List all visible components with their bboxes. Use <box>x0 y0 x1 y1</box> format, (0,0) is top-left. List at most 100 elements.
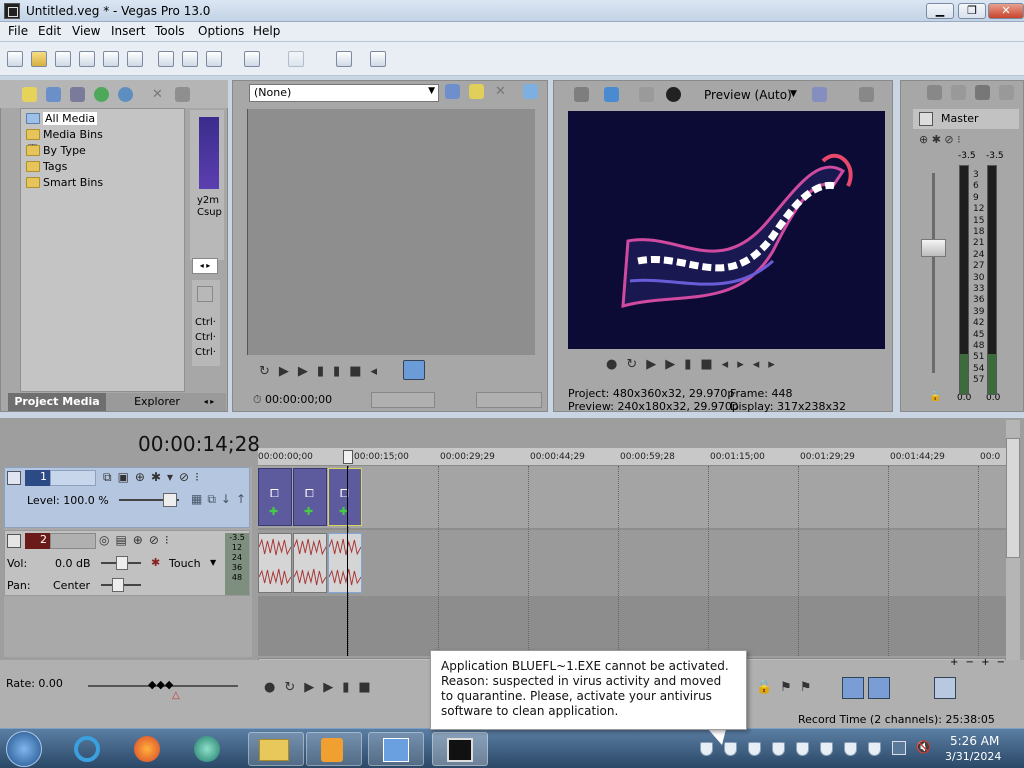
restore-button[interactable]: ❐ <box>958 3 986 19</box>
taskbar-app3[interactable] <box>184 732 240 766</box>
taskbar-media[interactable] <box>306 732 362 766</box>
redo-icon[interactable] <box>288 51 304 67</box>
search-icon[interactable] <box>118 87 133 102</box>
tree-item-all-media[interactable]: All Media <box>26 112 98 125</box>
track-name-field[interactable] <box>50 470 96 486</box>
rate-slider[interactable]: ◆◆◆ <box>148 678 173 691</box>
automation-mode[interactable]: Touch <box>169 557 201 570</box>
compositing-icons[interactable]: ▦⧉↓↑ <box>191 492 249 508</box>
track-name-field[interactable] <box>50 533 96 549</box>
preview-frame[interactable] <box>568 111 885 349</box>
chevron-down-icon[interactable]: ▼ <box>790 89 797 99</box>
tree-item-media-bins[interactable]: Media Bins <box>26 128 103 141</box>
video-clip[interactable]: ⧠ ✚ <box>328 468 362 526</box>
network-icon[interactable] <box>892 741 906 755</box>
audio-clip[interactable] <box>328 533 362 593</box>
taskbar-explorer[interactable] <box>248 732 304 766</box>
trimmer-out-field[interactable] <box>476 392 542 408</box>
playhead-handle[interactable] <box>343 450 353 464</box>
menu-file[interactable]: File <box>8 24 28 38</box>
menu-tools[interactable]: Tools <box>155 24 185 38</box>
video-track-header[interactable]: 1 ⧉▣⊕✱▾⊘⁝ Level: 100.0 % ▦⧉↓↑ <box>4 467 250 528</box>
copy-icon[interactable] <box>182 51 198 67</box>
save-icon[interactable] <box>55 51 71 67</box>
text-icon[interactable] <box>445 84 460 99</box>
clock-time[interactable]: 5:26 AM <box>950 734 999 748</box>
shield-icon[interactable] <box>772 742 785 756</box>
menu-view[interactable]: View <box>72 24 100 38</box>
new-icon[interactable] <box>7 51 23 67</box>
magic-wand-icon[interactable] <box>469 84 484 99</box>
master-fader[interactable] <box>921 239 946 257</box>
mixer-fx-icon[interactable] <box>951 85 966 100</box>
selection-tool-icon[interactable] <box>842 677 864 699</box>
record-mode-icon[interactable] <box>666 87 681 102</box>
master-controls-icons[interactable]: ⊕ ✱ ⊘ ⁝ <box>919 133 999 147</box>
audio-clip[interactable] <box>293 533 327 593</box>
envelope-tool-icon[interactable] <box>868 677 890 699</box>
zoom-buttons[interactable]: + − + − <box>950 657 1010 671</box>
level-slider[interactable] <box>163 493 177 507</box>
import-media-icon[interactable] <box>22 87 37 102</box>
taskbar-vegas[interactable] <box>432 732 488 766</box>
audio-track-icons[interactable]: ◎▤⊕⊘⁝ <box>99 533 219 549</box>
scroll-arrows-icon[interactable]: ◂ ▸ <box>192 258 218 274</box>
snapping-icon[interactable] <box>934 677 956 699</box>
menu-edit[interactable]: Edit <box>38 24 61 38</box>
transport-icons[interactable]: ●↻▶▶▮■ <box>264 680 424 698</box>
preview-properties-icon[interactable] <box>574 87 589 102</box>
mixer-meters-icon[interactable] <box>975 85 990 100</box>
cut-icon[interactable] <box>158 51 174 67</box>
properties-icon[interactable] <box>127 51 143 67</box>
clear-icon[interactable]: ✕ <box>493 84 508 99</box>
vegas-app-icon[interactable] <box>4 3 20 19</box>
trimmer-view[interactable] <box>247 109 535 355</box>
remove-icon[interactable]: ✕ <box>150 87 165 102</box>
trimmer-loop-icon[interactable] <box>403 360 425 380</box>
crop-icon[interactable]: ⧠ <box>270 487 279 501</box>
mixer-insert-icon[interactable] <box>927 85 942 100</box>
tree-item-smart-bins[interactable]: Smart Bins <box>26 176 103 189</box>
undo-icon[interactable] <box>244 51 260 67</box>
trimmer-in-field[interactable] <box>371 392 435 408</box>
scroll-thumb[interactable] <box>1006 438 1020 558</box>
paste-icon[interactable] <box>206 51 222 67</box>
menu-help[interactable]: Help <box>253 24 280 38</box>
menu-insert[interactable]: Insert <box>111 24 145 38</box>
clock-date[interactable]: 3/31/2024 <box>945 750 1001 763</box>
volume-muted-icon[interactable]: 🔇 <box>916 740 931 754</box>
pan-slider[interactable] <box>112 578 124 592</box>
crop-icon[interactable]: ⧠ <box>305 487 314 501</box>
video-track-lane[interactable] <box>258 466 1006 528</box>
audio-track-header[interactable]: 2 ◎▤⊕⊘⁝ Vol: 0.0 dB ✱ Touch ▼ Pan: Cente… <box>4 530 250 596</box>
get-media-icon[interactable] <box>70 87 85 102</box>
fx-plus-icon[interactable]: ✚ <box>269 505 278 518</box>
antivirus-notification[interactable]: Application BLUEFL~1.EXE cannot be activ… <box>430 650 747 730</box>
track-menu-icon[interactable] <box>7 534 21 548</box>
render-as-icon[interactable] <box>103 51 119 67</box>
shield-icon[interactable] <box>820 742 833 756</box>
tracks-content[interactable]: ⧠ ✚ ⧠ ✚ ⧠ ✚ <box>258 466 1006 656</box>
time-ruler[interactable]: 00:00:00;00 00:00:15;00 00:00:29;29 00:0… <box>258 448 1006 466</box>
trimmer-source-dropdown[interactable]: (None) ▼ <box>249 84 439 102</box>
shield-icon[interactable] <box>796 742 809 756</box>
help-pointer-icon[interactable] <box>370 51 386 67</box>
split-screen-icon[interactable] <box>639 87 654 102</box>
tabs-scroll-icon[interactable]: ◂ ▸ <box>196 395 222 409</box>
taskbar-firefox[interactable] <box>124 732 180 766</box>
save-as-icon[interactable] <box>79 51 95 67</box>
video-clip[interactable]: ⧠ ✚ <box>258 468 292 526</box>
tab-project-media[interactable]: Project Media <box>8 393 106 411</box>
media-fx-icon[interactable] <box>175 87 190 102</box>
tab-explorer[interactable]: Explorer <box>112 395 202 408</box>
chevron-down-icon[interactable]: ▼ <box>210 558 216 567</box>
overlays-icon[interactable] <box>812 87 827 102</box>
vol-slider[interactable] <box>116 556 128 570</box>
cursor-time[interactable]: 00:00:14;28 <box>138 432 260 456</box>
shield-icon[interactable] <box>868 742 881 756</box>
preview-quality-dropdown[interactable]: Preview (Auto) <box>704 88 792 102</box>
close-button[interactable]: ✕ <box>988 3 1024 19</box>
audio-clip[interactable] <box>258 533 292 593</box>
media-tool-icon[interactable] <box>197 286 213 302</box>
copy-snapshot-icon[interactable] <box>859 87 874 102</box>
